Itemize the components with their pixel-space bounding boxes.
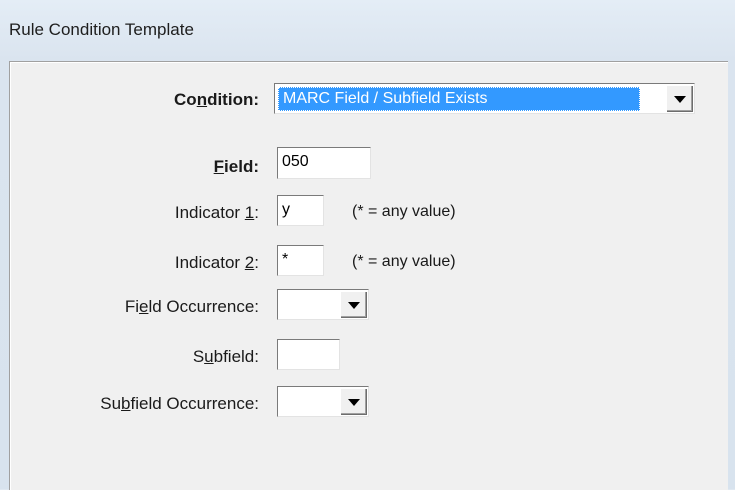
field-input[interactable]: 050 (277, 147, 371, 179)
indicator-2-input[interactable]: * (277, 245, 324, 276)
subfield-input[interactable] (277, 339, 340, 370)
indicator-2-label: Indicator 2: (174, 253, 259, 272)
chevron-down-icon (674, 96, 686, 103)
field-occurrence-dropdown-button[interactable] (340, 291, 367, 318)
subfield-label: Subfield: (192, 347, 259, 366)
condition-dropdown-button[interactable] (666, 85, 693, 112)
condition-panel: Condition: MARC Field / Subfield Exists … (9, 61, 728, 490)
subfield-occurrence-select[interactable] (277, 386, 369, 417)
rule-condition-template-window: Rule Condition Template Condition: MARC … (0, 0, 735, 490)
window-title: Rule Condition Template (9, 20, 194, 39)
indicator-1-input[interactable]: y (277, 195, 324, 226)
condition-select[interactable]: MARC Field / Subfield Exists (274, 83, 695, 114)
condition-selected-value: MARC Field / Subfield Exists (278, 87, 640, 111)
indicator-2-hint: (* = any value) (352, 253, 456, 270)
indicator-1-label: Indicator 1: (174, 203, 259, 222)
field-label: Field: (213, 157, 259, 176)
chevron-down-icon (348, 302, 360, 309)
field-occurrence-label: Field Occurrence: (124, 297, 259, 316)
indicator-1-hint: (* = any value) (352, 203, 456, 220)
field-occurrence-select[interactable] (277, 289, 369, 320)
subfield-occurrence-dropdown-button[interactable] (340, 388, 367, 415)
condition-label: Condition: (174, 90, 259, 109)
subfield-occurrence-label: Subfield Occurrence: (100, 394, 259, 413)
chevron-down-icon (348, 399, 360, 406)
